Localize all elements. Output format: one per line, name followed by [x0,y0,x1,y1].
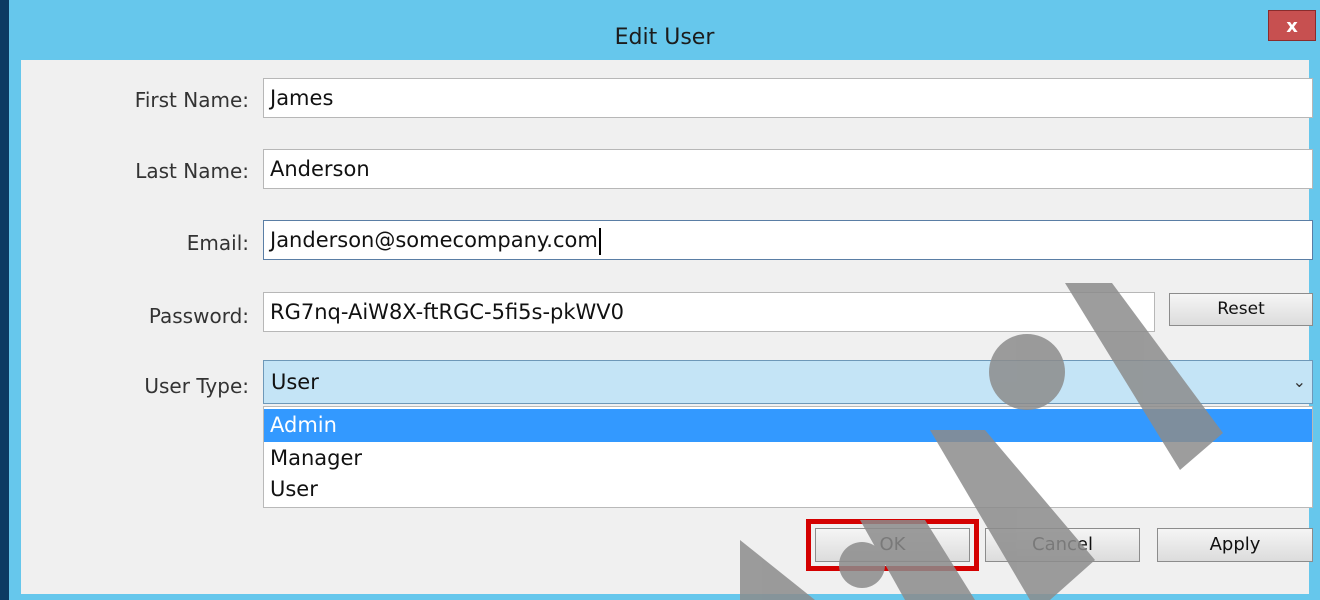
dialog-body: First Name: James Last Name: Anderson Em… [21,60,1313,594]
window-title: Edit User [614,25,715,50]
user-type-dropdown-list: Admin Manager User [263,406,1313,508]
option-manager[interactable]: Manager [264,442,1312,475]
password-label: Password: [148,304,249,328]
close-button[interactable]: x [1268,10,1316,41]
title-bar[interactable]: Edit User x [9,0,1320,60]
user-type-label: User Type: [144,374,249,398]
email-field[interactable]: Janderson@somecompany.com [263,220,1313,260]
chevron-down-icon[interactable]: ⌄ [1293,361,1306,403]
option-user[interactable]: User [264,473,1312,506]
option-admin[interactable]: Admin [264,409,1312,442]
reset-button[interactable]: Reset [1169,293,1313,326]
email-value: Janderson@somecompany.com [270,228,598,252]
last-name-label: Last Name: [135,159,249,183]
ok-highlight-box [806,519,979,571]
first-name-label: First Name: [134,88,249,112]
first-name-field[interactable]: James [263,78,1313,118]
cancel-button[interactable]: Cancel [985,528,1140,562]
password-field[interactable]: RG7nq-AiW8X-ftRGC-5fi5s-pkWV0 [263,292,1155,332]
user-type-value: User [271,370,319,394]
window-border [0,0,9,600]
last-name-field[interactable]: Anderson [263,149,1313,189]
apply-button[interactable]: Apply [1157,528,1313,562]
email-label: Email: [186,231,249,255]
text-caret [598,227,601,255]
user-type-select[interactable]: User ⌄ [263,360,1313,404]
edit-user-dialog: Edit User x First Name: James Last Name:… [9,0,1320,600]
close-icon: x [1286,16,1298,37]
